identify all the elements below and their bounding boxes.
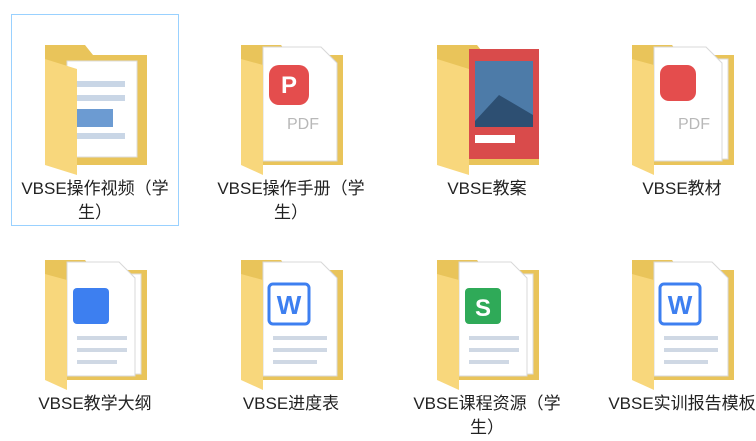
file-item[interactable]: VBSE教案 <box>403 14 571 226</box>
file-name: VBSE课程资源（学生） <box>413 394 561 437</box>
word-letter: W <box>277 290 302 320</box>
folder-word-icon: W <box>241 260 343 390</box>
folder-pdf-icon: P PDF <box>241 45 343 175</box>
file-name: VBSE教案 <box>447 179 527 198</box>
file-item[interactable]: S VBSE课程资源（学生） <box>403 229 571 441</box>
file-name: VBSE进度表 <box>242 394 340 413</box>
folder-image-icon <box>437 45 539 175</box>
file-name: VBSE实训报告模板 <box>608 394 756 413</box>
word-letter: W <box>668 290 693 320</box>
file-name: VBSE操作视频（学生） <box>21 179 169 222</box>
file-item[interactable]: W VBSE实训报告模板 <box>598 229 756 441</box>
file-item[interactable]: VBSE教学大纲 <box>11 229 179 441</box>
file-name: VBSE教材 <box>642 179 722 198</box>
pdf-text: PDF <box>287 116 319 133</box>
file-item[interactable]: PDF VBSE教材 <box>598 14 756 226</box>
folder-word-icon <box>45 260 147 390</box>
file-item[interactable]: P PDF VBSE操作手册（学生） <box>207 14 375 226</box>
pdf-text: PDF <box>678 116 710 133</box>
file-item[interactable]: VBSE操作视频（学生） <box>11 14 179 226</box>
file-item[interactable]: W VBSE进度表 <box>207 229 375 441</box>
folder-excel-icon: S <box>437 260 539 390</box>
excel-letter: S <box>475 295 491 322</box>
folder-word-icon: W <box>632 260 734 390</box>
folder-doc-icon <box>45 45 147 175</box>
folder-pdf-icon: PDF <box>632 45 734 175</box>
wps-letter: P <box>281 72 297 99</box>
file-name: VBSE教学大纲 <box>38 394 152 413</box>
file-grid: VBSE操作视频（学生） P PDF VBSE操作手册（学生） VBSE教案 P… <box>0 0 756 437</box>
file-name: VBSE操作手册（学生） <box>217 179 365 222</box>
